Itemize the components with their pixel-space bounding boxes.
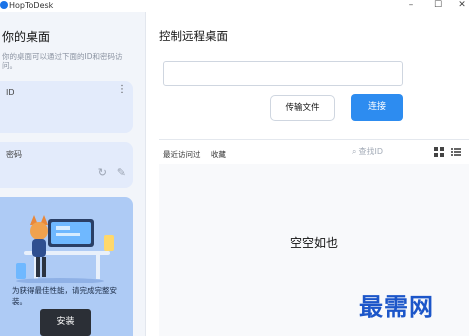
list-view-icon[interactable]: [451, 147, 461, 157]
search-input[interactable]: ⌕ 查找ID: [352, 146, 422, 160]
refresh-icon[interactable]: ↻: [98, 166, 107, 179]
connect-button[interactable]: 连接: [351, 94, 403, 121]
tab-recent[interactable]: 最近访问过: [163, 149, 201, 160]
remote-id-input[interactable]: [163, 61, 403, 86]
empty-state-text: 空空如也: [289, 236, 338, 250]
your-desktop-title: 你的桌面: [2, 30, 51, 44]
password-card: 密码 ↻ ✎: [0, 142, 133, 188]
search-placeholder: 查找ID: [358, 147, 384, 156]
pencil-icon[interactable]: ✎: [117, 166, 126, 179]
kebab-menu-icon[interactable]: ⋮: [117, 85, 127, 95]
app-title: HopToDesk: [9, 1, 54, 10]
promo-illustration: [16, 215, 114, 283]
control-remote-title: 控制远程桌面: [159, 29, 228, 43]
sidebar: 你的桌面 你的桌面可以通过下面的ID和密码访问。 ID ⋮ 密码 ↻ ✎ 为获得…: [0, 12, 146, 336]
promo-text: 为获得最佳性能，请完成完整安装。: [12, 286, 117, 306]
your-desktop-description: 你的桌面可以通过下面的ID和密码访问。: [2, 52, 123, 70]
install-promo-card: 为获得最佳性能，请完成完整安装。 安装: [0, 197, 133, 336]
divider: [159, 139, 469, 140]
grid-view-icon[interactable]: [434, 147, 444, 157]
peer-tabs: 最近访问过 收藏: [163, 149, 234, 160]
app-logo-icon: [0, 1, 8, 9]
minimize-button[interactable]: –: [399, 0, 423, 11]
close-button[interactable]: ✕: [450, 0, 474, 11]
title-bar: HopToDesk – ☐ ✕: [0, 0, 474, 12]
maximize-button[interactable]: ☐: [426, 0, 450, 11]
id-card: ID ⋮: [0, 81, 133, 133]
transfer-file-button[interactable]: 传输文件: [270, 95, 335, 121]
watermark: 最需网: [359, 292, 434, 321]
password-label: 密码: [6, 150, 22, 159]
search-icon: ⌕: [352, 147, 357, 156]
install-button[interactable]: 安装: [40, 309, 91, 336]
tab-favorites[interactable]: 收藏: [211, 149, 226, 160]
id-label: ID: [6, 88, 15, 97]
